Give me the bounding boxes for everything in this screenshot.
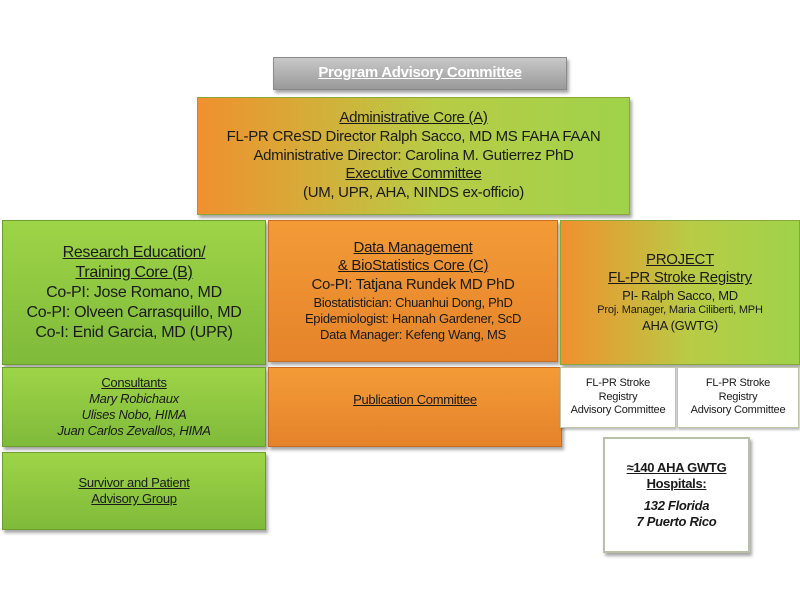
survivor-title-1: Survivor and Patient bbox=[78, 474, 190, 490]
research-core-member: Co-PI: Olveen Carrasquillo, MD bbox=[26, 303, 242, 321]
hospitals-florida: 132 Florida bbox=[643, 498, 710, 513]
registry-committee-line: FL-PR Stroke bbox=[705, 376, 771, 389]
registry-committee-line: Advisory Committee bbox=[570, 404, 666, 417]
hospitals-box: ≈140 AHA GWTG Hospitals: 132 Florida 7 P… bbox=[603, 437, 750, 553]
research-core-title-2: Training Core (B) bbox=[75, 263, 193, 281]
publication-committee-title: Publication Committee bbox=[353, 392, 477, 407]
survivor-patient-advisory-group: Survivor and Patient Advisory Group bbox=[2, 452, 266, 530]
consultant-name: Juan Carlos Zevallos, HIMA bbox=[57, 423, 211, 439]
project-stroke-registry: PROJECT FL-PR Stroke Registry PI- Ralph … bbox=[560, 220, 800, 365]
project-member: Proj. Manager, Maria Ciliberti, MPH bbox=[597, 304, 763, 317]
registry-advisory-committee-2: FL-PR Stroke Registry Advisory Committee bbox=[677, 367, 799, 428]
data-core-member: Data Manager: Kefeng Wang, MS bbox=[320, 327, 506, 343]
registry-committee-line: Advisory Committee bbox=[690, 404, 786, 417]
data-core-member: Biostatistician: Chuanhui Dong, PhD bbox=[313, 294, 513, 310]
executive-committee-title: Executive Committee bbox=[345, 165, 482, 183]
program-advisory-title: Program Advisory Committee bbox=[318, 64, 522, 82]
project-title-2: FL-PR Stroke Registry bbox=[608, 269, 752, 287]
data-core-title-1: Data Management bbox=[353, 238, 473, 256]
research-core-member: Co-I: Enid Garcia, MD (UPR) bbox=[35, 323, 233, 341]
consultant-name: Mary Robichaux bbox=[89, 390, 179, 406]
survivor-title-2: Advisory Group bbox=[91, 491, 177, 506]
project-title-1: PROJECT bbox=[646, 250, 714, 268]
consultants: Consultants Mary Robichaux Ulises Nobo, … bbox=[2, 367, 266, 447]
research-core-member: Co-PI: Jose Romano, MD bbox=[46, 283, 222, 301]
admin-administrative-director: Administrative Director: Carolina M. Gut… bbox=[253, 146, 574, 164]
registry-committee-line: Registry bbox=[718, 390, 758, 403]
hospitals-title-1: ≈140 AHA GWTG bbox=[626, 459, 727, 475]
data-core-title-2: & BioStatistics Core (C) bbox=[337, 257, 489, 275]
hospitals-puerto-rico: 7 Puerto Rico bbox=[636, 514, 717, 530]
admin-director-line: FL-PR CReSD Director Ralph Sacco, MD MS … bbox=[226, 127, 601, 145]
data-management-core: Data Management & BioStatistics Core (C)… bbox=[268, 220, 558, 362]
consultant-name: Ulises Nobo, HIMA bbox=[81, 407, 187, 422]
research-education-core: Research Education/ Training Core (B) Co… bbox=[2, 220, 266, 365]
project-member: PI- Ralph Sacco, MD bbox=[622, 288, 738, 304]
data-core-lead: Co-PI: Tatjana Rundek MD PhD bbox=[311, 276, 515, 293]
hospitals-title-2: Hospitals: bbox=[646, 475, 707, 491]
executive-committee-members: (UM, UPR, AHA, NINDS ex-officio) bbox=[303, 184, 524, 202]
research-core-title-1: Research Education/ bbox=[62, 243, 206, 261]
project-member: AHA (GWTG) bbox=[642, 318, 718, 334]
registry-committee-line: FL-PR Stroke bbox=[585, 376, 651, 389]
administrative-core: Administrative Core (A) FL-PR CReSD Dire… bbox=[197, 97, 630, 215]
admin-core-title: Administrative Core (A) bbox=[339, 109, 488, 127]
registry-advisory-committee-1: FL-PR Stroke Registry Advisory Committee bbox=[560, 367, 676, 428]
program-advisory-committee: Program Advisory Committee bbox=[273, 57, 567, 90]
publication-committee: Publication Committee bbox=[268, 367, 562, 447]
consultants-title: Consultants bbox=[101, 374, 167, 390]
registry-committee-line: Registry bbox=[598, 390, 638, 403]
data-core-member: Epidemiologist: Hannah Gardener, ScD bbox=[304, 311, 522, 326]
